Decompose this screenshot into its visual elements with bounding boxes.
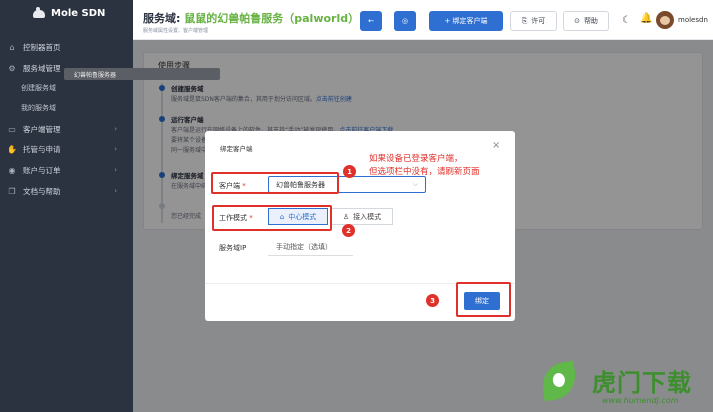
client-dropdown-option[interactable]: 幻兽帕鲁服务器 bbox=[64, 68, 220, 80]
domain-settings-button[interactable]: ◎ bbox=[394, 11, 416, 31]
sidebar-item-label: 创建服务域 bbox=[21, 84, 56, 92]
annotation-box-client bbox=[211, 172, 339, 194]
chevron-right-icon: › bbox=[114, 166, 117, 174]
ip-input[interactable]: 手动指定（选填） bbox=[268, 239, 353, 256]
mole-logo-icon bbox=[32, 7, 46, 19]
help-icon: ⊙ bbox=[574, 17, 580, 25]
settings-icon: ◎ bbox=[401, 17, 409, 25]
sidebar-item-label: 我的服务域 bbox=[21, 104, 56, 112]
sidebar-item-docs[interactable]: ❐ 文档与帮助 › bbox=[0, 181, 133, 201]
annotation-box-confirm bbox=[456, 282, 511, 317]
mode-option-label: 接入模式 bbox=[353, 212, 382, 221]
network-icon: ⚙ bbox=[8, 63, 16, 73]
dialog-title: 绑定客户端 bbox=[220, 145, 253, 153]
license-label: 许可 bbox=[531, 17, 546, 25]
sidebar-item-create-domain[interactable]: 创建服务域 bbox=[0, 78, 133, 98]
page-title-prefix: 服务域: bbox=[143, 12, 181, 25]
client-icon: ▭ bbox=[8, 124, 16, 134]
watermark-url: www.humendj.com bbox=[602, 396, 679, 405]
brand[interactable]: Mole SDN bbox=[32, 7, 105, 19]
sidebar-item-label: 文档与帮助 bbox=[23, 186, 61, 196]
arrow-left-icon: ← bbox=[368, 17, 374, 25]
sidebar-item-account[interactable]: ◉ 账户与订单 › bbox=[0, 160, 133, 180]
sidebar-item-client-management[interactable]: ▭ 客户端管理 › bbox=[0, 119, 133, 139]
license-icon: ⎘ bbox=[521, 16, 528, 25]
chevron-right-icon: › bbox=[114, 145, 117, 153]
page-title: 服务域: 鼠鼠的幻兽帕鲁服务（palworld） bbox=[143, 10, 359, 26]
annotation-note: 如果设备已登录客户端， 但选项栏中没有，请刷新页面 bbox=[369, 154, 480, 177]
avatar[interactable] bbox=[656, 11, 674, 29]
hand-icon: ✋ bbox=[7, 144, 17, 154]
page-subtitle: 服务域属性设置、客户端管理 bbox=[143, 28, 209, 34]
annotation-marker-2: 2 bbox=[342, 224, 355, 237]
home-icon: ⌂ bbox=[9, 42, 15, 52]
annotation-marker-3: 3 bbox=[426, 294, 439, 307]
bind-client-button[interactable]: + 绑定客户端 bbox=[429, 11, 503, 31]
app-root: Mole SDN ⌂ 控制器首页 ⚙ 服务域管理 ⌄ 创建服务域 我的服务域 ▭… bbox=[0, 0, 713, 412]
site-watermark: 虎门下载 www.humendj.com bbox=[539, 360, 710, 410]
help-label: 帮助 bbox=[583, 17, 598, 25]
sidebar-item-label: 客户端管理 bbox=[23, 124, 61, 134]
sidebar-item-label: 账户与订单 bbox=[23, 165, 61, 175]
bell-icon[interactable]: 🔔 bbox=[640, 13, 652, 24]
chevron-down-icon: ⌵ bbox=[412, 180, 418, 188]
sidebar-item-hosting[interactable]: ✋ 托管与申请 › bbox=[0, 139, 133, 159]
page-title-domain: 鼠鼠的幻兽帕鲁服务（palworld） bbox=[184, 12, 360, 25]
sidebar-item-label: 托管与申请 bbox=[23, 144, 61, 154]
user-icon: ♙ bbox=[342, 212, 350, 221]
brand-name: Mole SDN bbox=[51, 7, 106, 19]
sidebar: Mole SDN ⌂ 控制器首页 ⚙ 服务域管理 ⌄ 创建服务域 我的服务域 ▭… bbox=[0, 0, 133, 412]
sidebar-item-dashboard[interactable]: ⌂ 控制器首页 bbox=[0, 37, 133, 57]
help-button[interactable]: ⊙ 帮助 bbox=[563, 11, 609, 31]
chevron-right-icon: › bbox=[114, 125, 117, 133]
username[interactable]: molesdn bbox=[678, 16, 708, 24]
mode-option-join[interactable]: ♙ 接入模式 bbox=[331, 208, 393, 225]
back-button[interactable]: ← bbox=[360, 11, 382, 31]
chevron-right-icon: › bbox=[114, 187, 117, 195]
bind-client-label: + 绑定客户端 bbox=[444, 17, 488, 25]
sidebar-item-my-domains[interactable]: 我的服务域 bbox=[0, 98, 133, 118]
dark-mode-icon[interactable]: ☾ bbox=[622, 15, 631, 26]
sidebar-item-label: 服务域管理 bbox=[23, 63, 61, 73]
account-icon: ◉ bbox=[8, 165, 16, 175]
sidebar-item-label: 控制器首页 bbox=[23, 42, 61, 52]
leaf-logo-icon bbox=[539, 360, 579, 402]
close-icon[interactable]: × bbox=[492, 140, 500, 151]
watermark-text: 虎门下载 bbox=[592, 369, 692, 397]
ip-label: 服务域IP bbox=[219, 244, 247, 252]
license-button[interactable]: ⎘ 许可 bbox=[510, 11, 557, 31]
annotation-marker-1: 1 bbox=[343, 165, 356, 178]
annotation-box-mode bbox=[212, 205, 332, 231]
doc-icon: ❐ bbox=[8, 186, 16, 196]
